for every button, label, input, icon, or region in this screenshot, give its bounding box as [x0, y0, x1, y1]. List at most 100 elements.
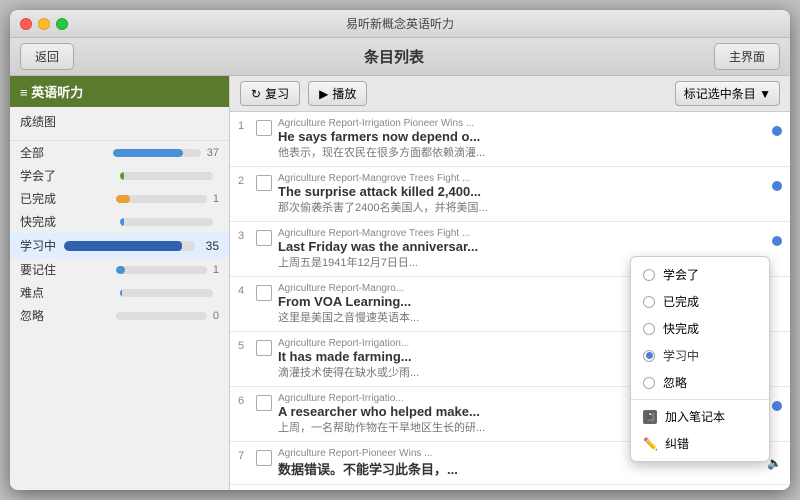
mark-select-button[interactable]: 标记选中条目 ▼	[675, 81, 780, 106]
play-button[interactable]: ▶ 播放	[308, 81, 367, 106]
item-checkbox[interactable]	[256, 395, 272, 411]
item-checkbox[interactable]	[256, 340, 272, 356]
item-checkbox[interactable]	[256, 230, 272, 246]
item-title: Last Friday was the anniversar...	[278, 239, 768, 254]
list-toolbar: ↻ 复习 ▶ 播放 标记选中条目 ▼	[230, 76, 790, 112]
window-title: 易听新概念英语听力	[346, 15, 454, 32]
status-dot	[772, 181, 782, 191]
page-title: 条目列表	[364, 46, 424, 67]
dropdown-label-done: 已完成	[663, 293, 699, 310]
dropdown-item-correct[interactable]: ✏️ 纠错	[631, 430, 769, 457]
sidebar-bar-done	[116, 195, 206, 203]
dropdown-label-almost: 快完成	[663, 320, 699, 337]
item-category: Agriculture Report-Mangrove Trees Fight …	[278, 228, 768, 239]
dropdown-item-notebook[interactable]: 📓 加入笔记本	[631, 403, 769, 430]
list-item[interactable]: 1 Agriculture Report-Irrigation Pioneer …	[230, 112, 790, 167]
sidebar-item-done-label: 已完成	[20, 190, 110, 207]
status-dot	[772, 126, 782, 136]
back-button[interactable]: 返回	[20, 43, 74, 70]
main-area: ↻ 复习 ▶ 播放 标记选中条目 ▼ 1 Agriculture Report-…	[230, 76, 790, 490]
item-body: Agriculture Report-Irrigation Pioneer Wi…	[278, 118, 768, 160]
sidebar-item-ignore[interactable]: 忽略 0	[10, 304, 229, 327]
item-sub: 他表示，现在农民在很多方面都依赖滴灌...	[278, 144, 768, 160]
sidebar-item-learned-label: 学会了	[20, 167, 114, 184]
close-button[interactable]	[20, 18, 32, 30]
refresh-icon: ↻	[251, 87, 261, 101]
item-body: Agriculture Report-Mangrove Trees Fight …	[278, 173, 768, 215]
dropdown-item-learned[interactable]: 学会了	[631, 261, 769, 288]
status-dot-empty	[772, 291, 782, 301]
maximize-button[interactable]	[56, 18, 68, 30]
app-toolbar: 返回 条目列表 主界面	[10, 38, 790, 76]
dropdown-menu: 学会了 已完成 快完成 学习中 忽略	[630, 256, 770, 462]
status-dot-empty	[772, 346, 782, 356]
item-category: Agriculture Report-Irrigation Pioneer Wi…	[278, 118, 768, 129]
item-checkbox[interactable]	[256, 285, 272, 301]
sidebar-bar-fill-all	[113, 149, 183, 157]
sidebar-bar-fill-done	[116, 195, 130, 203]
item-title: He says farmers now depend o...	[278, 129, 768, 144]
sidebar-item-almost[interactable]: 快完成	[10, 210, 229, 233]
dropdown-label-notebook: 加入笔记本	[665, 408, 725, 425]
dropdown-item-almost[interactable]: 快完成	[631, 315, 769, 342]
sidebar: ≡ 英语听力 成绩图 全部 37 学会了 已完成	[10, 76, 230, 490]
item-checkbox[interactable]	[256, 175, 272, 191]
item-checkbox[interactable]	[256, 120, 272, 136]
dropdown-label-learned: 学会了	[663, 266, 699, 283]
item-checkbox[interactable]	[256, 450, 272, 466]
sidebar-header: ≡ 英语听力	[10, 76, 229, 107]
app-window: 易听新概念英语听力 返回 条目列表 主界面 ≡ 英语听力 成绩图 全部 37 学…	[10, 10, 790, 490]
list-item[interactable]: 2 Agriculture Report-Mangrove Trees Figh…	[230, 167, 790, 222]
item-number: 3	[238, 228, 256, 242]
sidebar-bar-fill-hard	[120, 289, 123, 297]
sidebar-count-remember: 1	[213, 264, 219, 276]
review-button[interactable]: ↻ 复习	[240, 81, 300, 106]
traffic-lights	[20, 18, 68, 30]
status-dot	[772, 236, 782, 246]
item-number: 1	[238, 118, 256, 132]
sidebar-item-learned[interactable]: 学会了	[10, 164, 229, 187]
titlebar: 易听新概念英语听力	[10, 10, 790, 38]
studying-bar	[64, 241, 195, 251]
play-label: 播放	[332, 85, 356, 102]
sidebar-item-done[interactable]: 已完成 1	[10, 187, 229, 210]
sidebar-bar-learned	[120, 172, 214, 180]
sidebar-bar-remember	[116, 266, 206, 274]
item-title: The surprise attack killed 2,400...	[278, 184, 768, 199]
sidebar-item-remember-label: 要记住	[20, 261, 110, 278]
minimize-button[interactable]	[38, 18, 50, 30]
item-number: 7	[238, 448, 256, 462]
sidebar-bar-all	[113, 149, 200, 157]
sidebar-item-hard[interactable]: 难点	[10, 281, 229, 304]
status-dot	[772, 401, 782, 411]
dropdown-label-ignore: 忽略	[663, 374, 687, 391]
sidebar-item-all-label: 全部	[20, 144, 107, 161]
dropdown-item-done[interactable]: 已完成	[631, 288, 769, 315]
main-button[interactable]: 主界面	[714, 43, 780, 70]
chart-section: 成绩图	[10, 107, 229, 141]
sidebar-item-all[interactable]: 全部 37	[10, 141, 229, 164]
dropdown-item-studying[interactable]: 学习中	[631, 342, 769, 369]
dropdown-item-ignore[interactable]: 忽略	[631, 369, 769, 396]
play-icon: ▶	[319, 87, 328, 101]
item-category: Agriculture Report-Mangrove Trees Fight …	[278, 173, 768, 184]
chart-label: 成绩图	[20, 113, 219, 130]
content-area: ≡ 英语听力 成绩图 全部 37 学会了 已完成	[10, 76, 790, 490]
radio-learned	[643, 269, 655, 281]
notebook-icon: 📓	[643, 410, 657, 424]
sidebar-item-ignore-label: 忽略	[20, 307, 110, 324]
item-number: 6	[238, 393, 256, 407]
sidebar-item-hard-label: 难点	[20, 284, 114, 301]
dropdown-label-correct: 纠错	[665, 435, 689, 452]
sidebar-bar-hard	[120, 289, 214, 297]
radio-ignore	[643, 377, 655, 389]
radio-done	[643, 296, 655, 308]
sidebar-item-studying[interactable]: 学习中 35	[10, 233, 229, 258]
sidebar-item-remember[interactable]: 要记住 1	[10, 258, 229, 281]
radio-almost	[643, 323, 655, 335]
sidebar-count-all: 37	[207, 147, 219, 159]
sidebar-bar-fill-remember	[116, 266, 125, 274]
item-number: 4	[238, 283, 256, 297]
radio-filled-indicator	[646, 352, 653, 359]
item-number: 2	[238, 173, 256, 187]
